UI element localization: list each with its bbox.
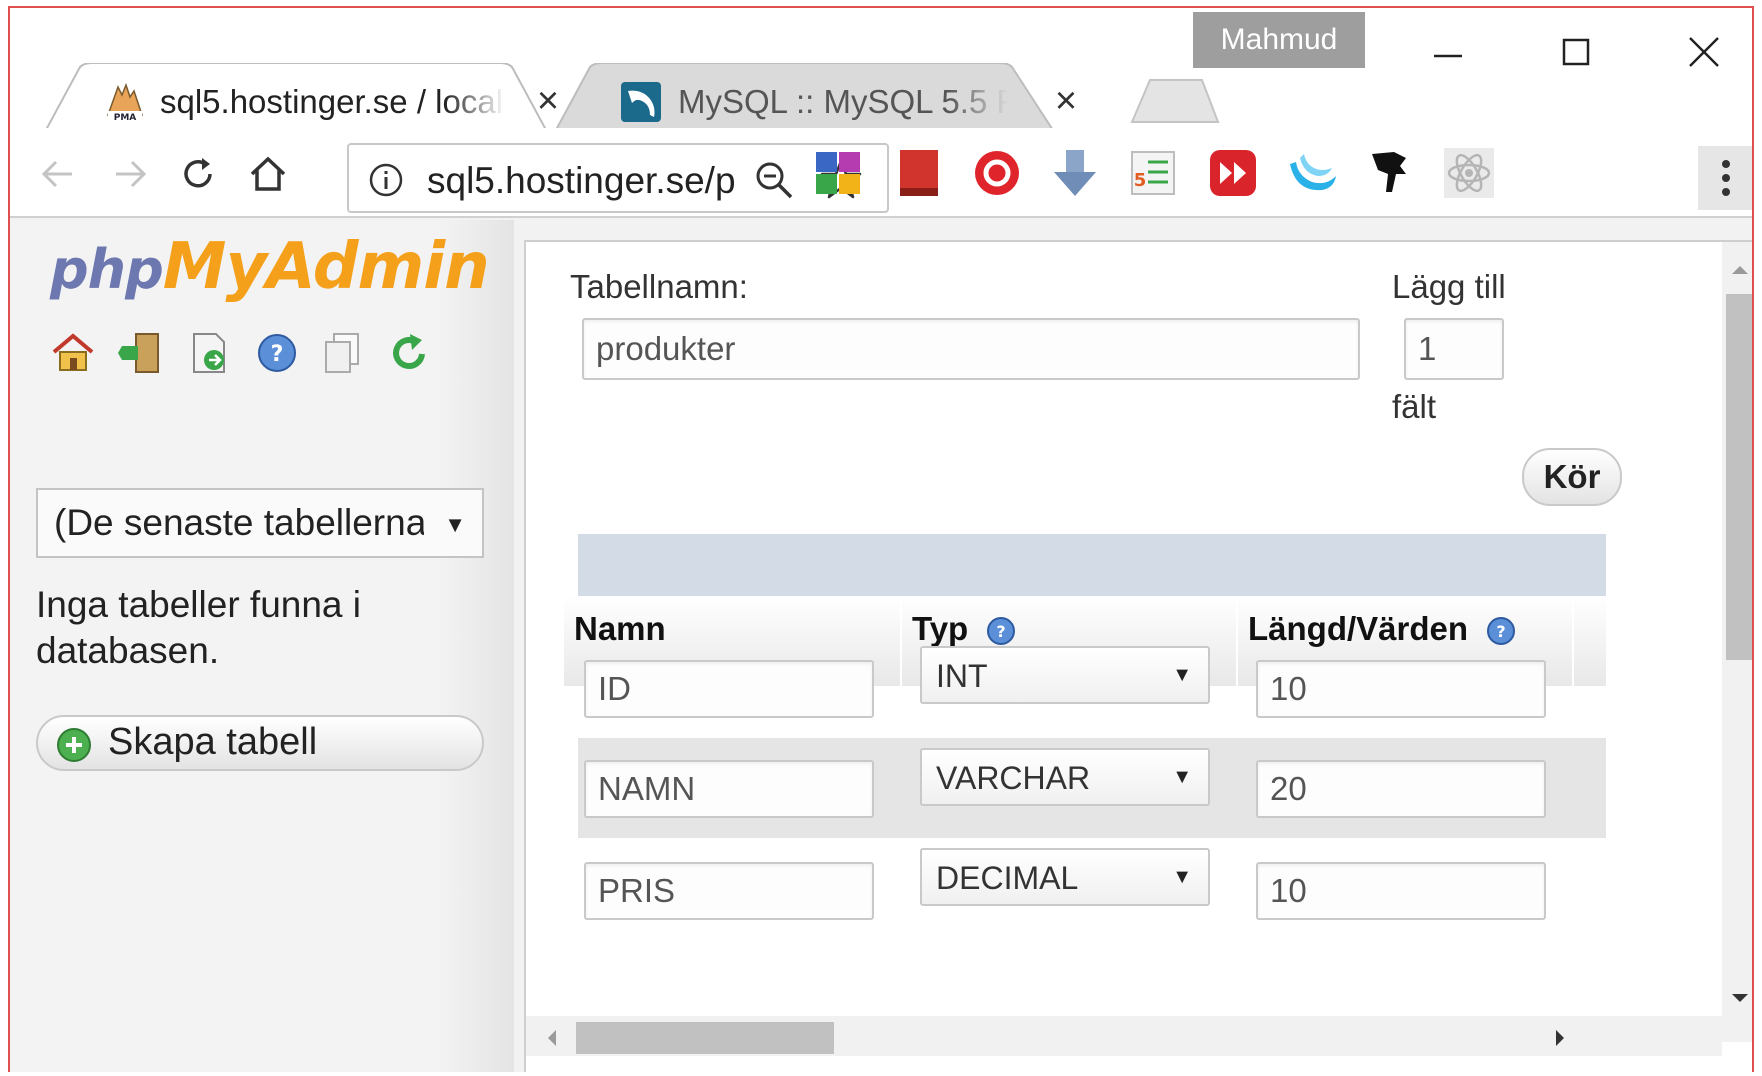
field-type-value: VARCHAR [936, 760, 1091, 796]
horizontal-scrollbar[interactable] [526, 1016, 1722, 1056]
blue-swirl-extension-icon[interactable] [1282, 144, 1340, 202]
field-name-input[interactable]: NAMN [584, 760, 874, 818]
react-atom-extension-icon[interactable] [1440, 144, 1498, 202]
logo-php-text: php [50, 238, 164, 301]
forward-arrow-icon [116, 160, 147, 188]
maximize-icon [1562, 38, 1590, 66]
scroll-right-arrow-icon[interactable] [1548, 1026, 1572, 1050]
vertical-scroll-thumb[interactable] [1726, 294, 1752, 660]
tab-close-icon[interactable]: × [1046, 79, 1086, 123]
no-tables-message: Inga tabeller funna i databasen. [36, 584, 362, 671]
window-close-button[interactable] [1664, 22, 1744, 82]
home-icon[interactable] [50, 330, 96, 376]
site-info-icon[interactable] [367, 161, 405, 199]
black-figure-extension-icon[interactable] [1360, 144, 1418, 202]
recent-tables-value: (De senaste tabellerna) [54, 502, 424, 543]
create-table-button[interactable]: Skapa tabell [36, 715, 484, 771]
create-table-form: Tabellnamn: produkter Lägg till 1 fält K… [524, 240, 1752, 1072]
field-length-input[interactable]: 20 [1256, 760, 1546, 818]
svg-text:5: 5 [1134, 170, 1147, 191]
scroll-left-arrow-icon[interactable] [540, 1026, 564, 1050]
new-tab-button[interactable] [1130, 78, 1220, 124]
home-page-icon [250, 156, 286, 191]
field-name-input[interactable]: PRIS [584, 862, 874, 920]
minimize-icon [1434, 54, 1462, 58]
copy-docs-icon[interactable] [320, 330, 366, 376]
scroll-up-arrow-icon[interactable] [1728, 258, 1752, 282]
field-type-select[interactable]: VARCHAR ▼ [920, 748, 1210, 806]
column-header-type-label: Typ [912, 610, 969, 647]
table-name-input[interactable]: produkter [582, 318, 1360, 380]
zoom-out-icon[interactable] [753, 159, 795, 201]
logo-myadmin-text: MyAdmin [162, 230, 490, 304]
column-header-name-label: Namn [574, 610, 666, 647]
red-book-extension-icon[interactable] [890, 144, 948, 202]
help-icon[interactable]: ? [985, 615, 1017, 647]
red-play-extension-icon[interactable] [1204, 144, 1262, 202]
field-length-input[interactable]: 10 [1256, 862, 1546, 920]
field-type-select[interactable]: INT ▼ [920, 646, 1210, 704]
download-arrow-extension-icon[interactable] [1046, 144, 1104, 202]
chevron-down-icon: ▼ [1172, 766, 1192, 788]
back-button[interactable] [30, 146, 86, 202]
chevron-down-icon: ▼ [1172, 664, 1192, 686]
field-type-value: INT [936, 658, 988, 694]
window-close-icon [1689, 37, 1719, 67]
chevron-down-icon: ▼ [1172, 866, 1192, 888]
fields-label: fält [1392, 388, 1437, 425]
browser-window: Mahmud MySQL :: MySQL 5.5 Reference Manu… [8, 6, 1754, 1072]
reload-page-icon [184, 158, 212, 188]
mysql-dolphin-icon [621, 82, 661, 122]
back-arrow-icon [41, 160, 72, 188]
forward-button[interactable] [102, 146, 158, 202]
field-name-input[interactable]: ID [584, 660, 874, 718]
field-type-value: DECIMAL [936, 860, 1079, 896]
url-text[interactable]: sql5.hostinger.se/phpmyadmin [427, 159, 737, 203]
browser-menu-button[interactable] [1698, 146, 1752, 210]
field-type-select[interactable]: DECIMAL ▼ [920, 848, 1210, 906]
go-button[interactable]: Kör [1522, 448, 1622, 506]
help-icon[interactable]: ? [1485, 615, 1517, 647]
horizontal-scroll-thumb[interactable] [576, 1022, 834, 1054]
address-bar[interactable]: sql5.hostinger.se/phpmyadmin [347, 143, 889, 213]
add-label: Lägg till [1392, 268, 1506, 305]
reload-icon[interactable] [386, 330, 432, 376]
column-header-next [1574, 596, 1606, 686]
svg-text:?: ? [1497, 622, 1506, 641]
logout-door-icon[interactable] [118, 330, 164, 376]
chevron-down-icon: ▼ [444, 512, 466, 537]
colorful-grid-extension-icon[interactable] [810, 144, 868, 202]
table-name-label: Tabellnamn: [570, 268, 748, 305]
scroll-down-arrow-icon[interactable] [1728, 986, 1752, 1010]
add-fields-count-input[interactable]: 1 [1404, 318, 1504, 380]
phpmyadmin-logo[interactable]: phpMyAdmin [50, 230, 490, 306]
field-length-input[interactable]: 10 [1256, 660, 1546, 718]
sql-query-icon[interactable] [186, 330, 232, 376]
create-table-label: Skapa tabell [108, 721, 318, 763]
svg-text:?: ? [271, 342, 284, 367]
help-icon[interactable]: ? [254, 330, 300, 376]
title-bar: Mahmud MySQL :: MySQL 5.5 Reference Manu… [10, 8, 1752, 141]
column-header-length-label: Längd/Värden [1248, 610, 1469, 647]
maximize-button[interactable] [1536, 22, 1616, 82]
html5-list-extension-icon[interactable]: 5 [1124, 144, 1182, 202]
minimize-button[interactable] [1408, 22, 1488, 82]
kebab-menu-icon [1722, 160, 1730, 196]
vertical-scrollbar[interactable] [1722, 242, 1752, 1042]
svg-text:?: ? [997, 622, 1006, 641]
pma-navigation-panel: phpMyAdmin ? (De senaste tabellerna) ▼ I… [10, 220, 514, 1072]
reload-button[interactable] [170, 146, 226, 202]
tab-title: sql5.hostinger.se / localhost [160, 83, 505, 121]
tab-title: MySQL :: MySQL 5.5 Reference Manual [678, 83, 1008, 121]
profile-badge[interactable]: Mahmud [1193, 12, 1365, 68]
phpmyadmin-icon: PMA [106, 82, 144, 123]
svg-text:PMA: PMA [114, 113, 137, 123]
tab-close-icon[interactable]: × [528, 79, 568, 123]
home-button[interactable] [240, 146, 296, 202]
recent-tables-select[interactable]: (De senaste tabellerna) ▼ [36, 488, 484, 558]
browser-toolbar: sql5.hostinger.se/phpmyadmin 5 [10, 128, 1752, 218]
red-circle-extension-icon[interactable] [968, 144, 1026, 202]
add-circle-icon [57, 728, 91, 762]
table-header-band [578, 534, 1606, 596]
